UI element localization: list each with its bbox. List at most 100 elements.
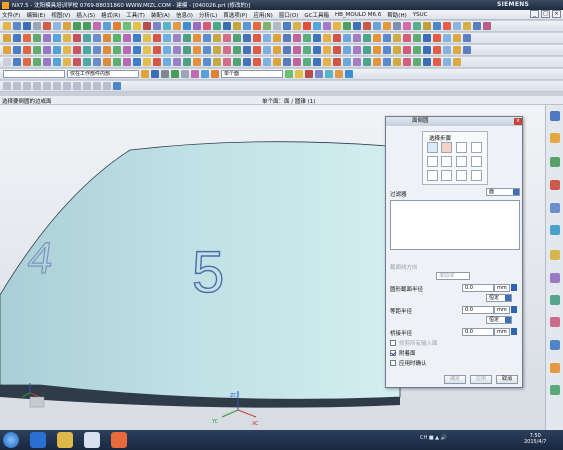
datum-csys-icon[interactable] bbox=[33, 46, 41, 54]
snap-icon-6[interactable] bbox=[53, 82, 61, 90]
misc-icon-39[interactable] bbox=[383, 58, 391, 66]
undo-icon[interactable] bbox=[73, 22, 81, 30]
radius1-mode-select[interactable]: 恒定 bbox=[486, 294, 512, 302]
iso-trim-icon[interactable] bbox=[243, 46, 251, 54]
clock[interactable]: 7:50 2015/4/7 bbox=[524, 433, 546, 445]
misc-icon-36[interactable] bbox=[353, 58, 361, 66]
bridge-icon[interactable] bbox=[63, 34, 71, 42]
split-face-icon[interactable] bbox=[223, 34, 231, 42]
system-scenes-icon[interactable] bbox=[550, 340, 560, 350]
snap-icon-11[interactable] bbox=[103, 82, 111, 90]
type-filter-select[interactable] bbox=[3, 70, 65, 78]
manufacturing-wizard-icon[interactable] bbox=[550, 295, 560, 305]
curve-rule-select[interactable]: 单个面 bbox=[221, 70, 283, 78]
wcs-icon[interactable] bbox=[293, 22, 301, 30]
make-coplanar-icon[interactable] bbox=[353, 34, 361, 42]
misc-icon-25[interactable] bbox=[243, 58, 251, 66]
analysis-icon[interactable] bbox=[403, 22, 411, 30]
menu-edit[interactable]: 编辑(E) bbox=[26, 11, 45, 19]
interference-icon[interactable] bbox=[353, 46, 361, 54]
trim-icon-3[interactable] bbox=[456, 170, 467, 181]
feature-rule-icon[interactable] bbox=[201, 70, 209, 78]
snap-icon-9[interactable] bbox=[83, 82, 91, 90]
system-tray[interactable]: CH ■ ▲ 🔊 bbox=[420, 435, 447, 441]
fit-icon[interactable] bbox=[313, 22, 321, 30]
palette-icon[interactable] bbox=[550, 363, 560, 373]
snap-icon-5[interactable] bbox=[43, 82, 51, 90]
misc-icon-16[interactable] bbox=[153, 58, 161, 66]
explode-icon[interactable] bbox=[413, 46, 421, 54]
mid-point-icon[interactable] bbox=[295, 70, 303, 78]
rib-icon[interactable] bbox=[113, 46, 121, 54]
ok-button[interactable]: 确定 bbox=[444, 375, 466, 384]
draft-icon[interactable] bbox=[203, 22, 211, 30]
misc-icon-24[interactable] bbox=[233, 58, 241, 66]
copy-icon[interactable] bbox=[53, 22, 61, 30]
limit-point-icon[interactable] bbox=[471, 156, 482, 167]
player-icon[interactable] bbox=[84, 432, 100, 448]
thickness-analysis-icon[interactable] bbox=[333, 46, 341, 54]
trim-sheet-icon[interactable] bbox=[183, 34, 191, 42]
radius2-mode-select[interactable]: 恒定 bbox=[486, 316, 512, 324]
menu-preferences[interactable]: 首选项(P) bbox=[223, 11, 247, 19]
misc-icon-2[interactable] bbox=[13, 58, 21, 66]
cut-icon[interactable] bbox=[43, 22, 51, 30]
radius3-spinner-icon[interactable] bbox=[511, 328, 517, 335]
misc-icon-33[interactable] bbox=[323, 58, 331, 66]
thickness-icon[interactable] bbox=[403, 34, 411, 42]
replace-face-icon[interactable] bbox=[243, 34, 251, 42]
filter-select[interactable]: 面 bbox=[486, 188, 520, 196]
mirror-icon[interactable] bbox=[223, 22, 231, 30]
sketch2-icon[interactable] bbox=[3, 34, 11, 42]
patch-icon[interactable] bbox=[133, 34, 141, 42]
paste-icon[interactable] bbox=[63, 22, 71, 30]
menu-help[interactable]: 帮助(H) bbox=[387, 11, 406, 19]
mass-icon[interactable] bbox=[343, 46, 351, 54]
menu-application[interactable]: 应用(N) bbox=[253, 11, 272, 19]
offset-emboss-icon[interactable] bbox=[143, 46, 151, 54]
offset-curve-icon[interactable] bbox=[43, 34, 51, 42]
corner-blend-icon[interactable] bbox=[173, 46, 181, 54]
print-icon[interactable] bbox=[33, 22, 41, 30]
sew-icon[interactable] bbox=[143, 34, 151, 42]
misc-icon-1[interactable] bbox=[3, 58, 11, 66]
face-rule-icon[interactable] bbox=[171, 70, 179, 78]
view-orient-icon[interactable] bbox=[373, 22, 381, 30]
misc-icon-4[interactable] bbox=[33, 58, 41, 66]
misc-icon-7[interactable] bbox=[63, 58, 71, 66]
quadrant-icon[interactable] bbox=[335, 70, 343, 78]
minimize-icon[interactable]: _ bbox=[530, 10, 539, 18]
color-icon[interactable] bbox=[413, 22, 421, 30]
misc-icon-35[interactable] bbox=[343, 58, 351, 66]
face-chain-2-icon[interactable] bbox=[441, 142, 452, 153]
silhouette-icon[interactable] bbox=[263, 46, 271, 54]
through-curves-icon[interactable] bbox=[93, 34, 101, 42]
pattern-face-icon[interactable] bbox=[283, 34, 291, 42]
pattern-icon[interactable] bbox=[213, 22, 221, 30]
hd3d-tools-icon[interactable] bbox=[550, 385, 560, 395]
groove-icon[interactable] bbox=[93, 46, 101, 54]
control-point-icon[interactable] bbox=[305, 70, 313, 78]
misc-icon-21[interactable] bbox=[203, 58, 211, 66]
save-icon[interactable] bbox=[23, 22, 31, 30]
misc-icon-31[interactable] bbox=[303, 58, 311, 66]
snap-icon-7[interactable] bbox=[63, 82, 71, 90]
system-materials-icon[interactable] bbox=[550, 250, 560, 260]
mate-icon[interactable] bbox=[403, 46, 411, 54]
cross-section-icon[interactable] bbox=[453, 34, 461, 42]
assembly-navigator-icon[interactable] bbox=[550, 111, 560, 121]
snap-icon[interactable] bbox=[141, 70, 149, 78]
misc-icon-11[interactable] bbox=[103, 58, 111, 66]
law-extension-icon[interactable] bbox=[203, 34, 211, 42]
assembly-icon[interactable] bbox=[383, 46, 391, 54]
trim-icon-2[interactable] bbox=[441, 170, 452, 181]
datum-plane-icon[interactable] bbox=[13, 46, 21, 54]
misc-icon-32[interactable] bbox=[313, 58, 321, 66]
menu-insert[interactable]: 插入(S) bbox=[76, 11, 95, 19]
option-icon[interactable] bbox=[473, 22, 481, 30]
intersect-icon[interactable] bbox=[163, 22, 171, 30]
enlarge-icon[interactable] bbox=[213, 34, 221, 42]
deviation-icon[interactable] bbox=[303, 46, 311, 54]
body-rule-icon[interactable] bbox=[181, 70, 189, 78]
extrude-icon[interactable] bbox=[103, 22, 111, 30]
